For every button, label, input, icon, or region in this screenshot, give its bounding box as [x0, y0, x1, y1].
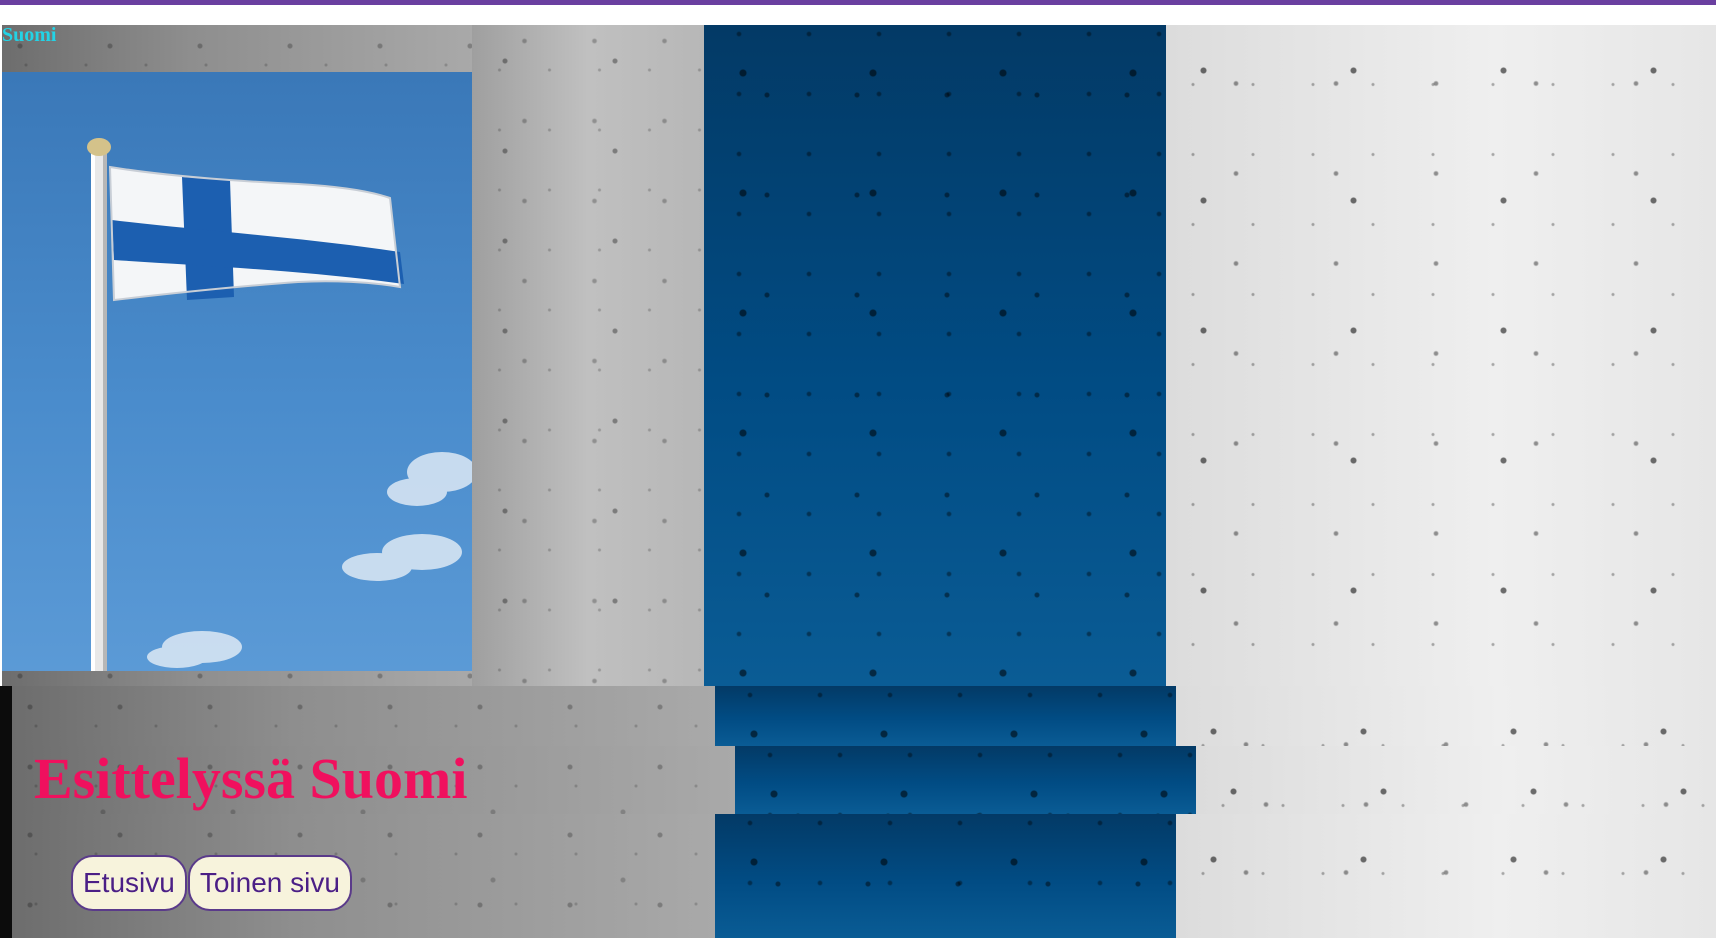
- top-accent-bar: [0, 0, 1716, 5]
- background-band-gray: [472, 25, 704, 686]
- background-band-light: [1166, 25, 1716, 686]
- background-strip-blue-3: [715, 814, 1176, 938]
- background-strip-light-3: [1176, 814, 1716, 938]
- left-edge-shadow: [0, 686, 12, 938]
- background-strip-light-2: [1196, 746, 1716, 814]
- nav-button-etusivu[interactable]: Etusivu: [71, 855, 187, 911]
- flag-illustration: [87, 138, 472, 671]
- page-title: Esittelyssä Suomi: [34, 746, 468, 811]
- main-navigation: Etusivu Toinen sivu: [71, 855, 352, 911]
- background-band-blue: [704, 25, 1166, 686]
- finnish-flag-photo: [2, 72, 472, 671]
- background-strip-light-1: [1176, 686, 1716, 746]
- background-strip-left-1: [12, 686, 715, 746]
- nav-button-toinen-sivu[interactable]: Toinen sivu: [187, 855, 352, 911]
- site-brand[interactable]: Suomi: [2, 24, 56, 47]
- background-strip-blue-1: [715, 686, 1176, 746]
- background-strip-blue-2: [735, 746, 1196, 814]
